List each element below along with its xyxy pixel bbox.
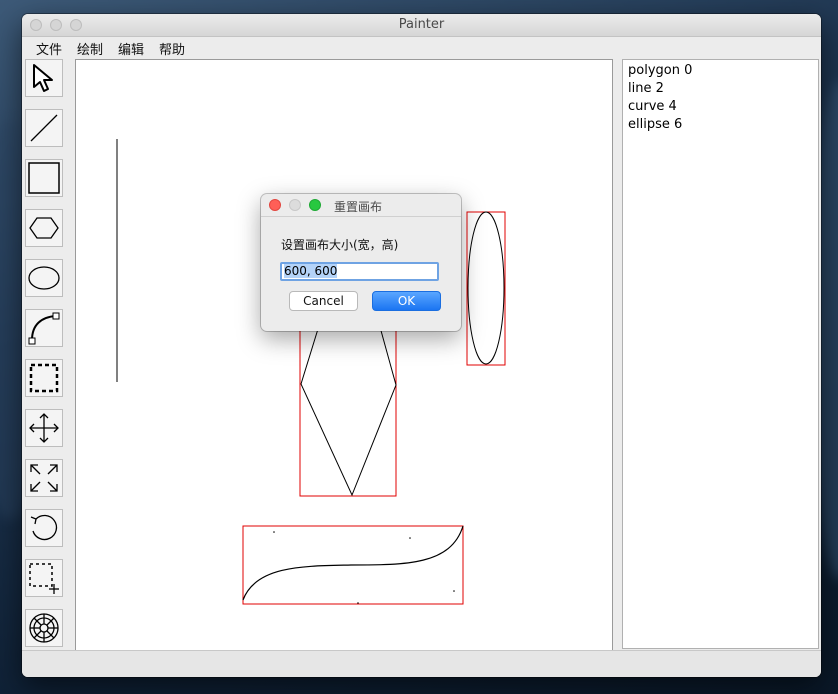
menu-bar: 文件 绘制 编辑 帮助 [22, 37, 821, 58]
settings-tool[interactable] [25, 609, 63, 647]
dialog-prompt: 设置画布大小(宽，高) [281, 238, 399, 252]
list-item[interactable]: ellipse 6 [628, 116, 813, 134]
wheel-icon [29, 613, 59, 643]
add-canvas-tool[interactable] [25, 559, 63, 597]
arrow-pointer-icon [33, 64, 53, 92]
shape-ellipse[interactable] [467, 211, 505, 365]
rectangle-icon [28, 162, 60, 194]
painter-window: Painter 文件 绘制 编辑 帮助 polygon 0 line 2 cur… [22, 14, 821, 677]
title-bar: Painter [22, 14, 821, 37]
rotate-tool[interactable] [25, 509, 63, 547]
scale-tool[interactable] [25, 459, 63, 497]
bezier-curve-icon [28, 312, 60, 345]
menu-edit[interactable]: 编辑 [118, 39, 144, 58]
list-item[interactable]: curve 4 [628, 98, 813, 116]
dashed-rectangle-icon [29, 363, 59, 393]
canvas-drawing [116, 139, 506, 605]
clip-tool[interactable] [25, 359, 63, 397]
menu-draw[interactable]: 绘制 [77, 39, 103, 58]
curve-tool[interactable] [25, 309, 63, 347]
line-icon [30, 114, 58, 142]
rotate-icon [30, 514, 58, 541]
list-item[interactable]: polygon 0 [628, 62, 813, 80]
dialog-title: 重置画布 [334, 200, 383, 214]
menu-help[interactable]: 帮助 [159, 39, 185, 58]
reset-canvas-dialog: 重置画布 设置画布大小(宽，高) 600, 600 Cancel OK [261, 194, 461, 331]
drawing-canvas[interactable] [75, 59, 613, 651]
hexagon-icon [29, 217, 59, 239]
scale-arrows-icon [30, 464, 58, 492]
curve-control-point[interactable] [409, 537, 411, 539]
shape-curve[interactable] [242, 525, 464, 601]
tool-palette [22, 58, 68, 650]
menu-file[interactable]: 文件 [36, 39, 62, 58]
dialog-zoom-button[interactable] [309, 199, 321, 211]
window-title: Painter [398, 17, 445, 32]
dashed-rectangle-plus-icon [29, 563, 59, 594]
rectangle-tool[interactable] [25, 159, 63, 197]
ellipse-icon [28, 266, 60, 290]
select-tool[interactable] [25, 59, 63, 97]
curve-control-point[interactable] [357, 602, 359, 604]
polygon-tool[interactable] [25, 209, 63, 247]
dialog-close-button[interactable] [269, 199, 281, 211]
ok-button[interactable]: OK [372, 291, 441, 311]
ellipse-tool[interactable] [25, 259, 63, 297]
selected-input-text: 600, 600 [284, 264, 338, 278]
list-item[interactable]: line 2 [628, 80, 813, 98]
move-tool[interactable] [25, 409, 63, 447]
dialog-minimize-button [289, 199, 301, 211]
curve-control-point[interactable] [273, 531, 275, 533]
canvas-size-input[interactable]: 600, 600 [280, 262, 439, 281]
object-list[interactable]: polygon 0 line 2 curve 4 ellipse 6 [622, 59, 819, 649]
cancel-button[interactable]: Cancel [289, 291, 358, 311]
line-tool[interactable] [25, 109, 63, 147]
status-bar [22, 650, 821, 677]
curve-control-point[interactable] [453, 590, 455, 592]
dialog-title-bar: 重置画布 [261, 194, 461, 217]
move-arrows-icon [29, 413, 59, 443]
